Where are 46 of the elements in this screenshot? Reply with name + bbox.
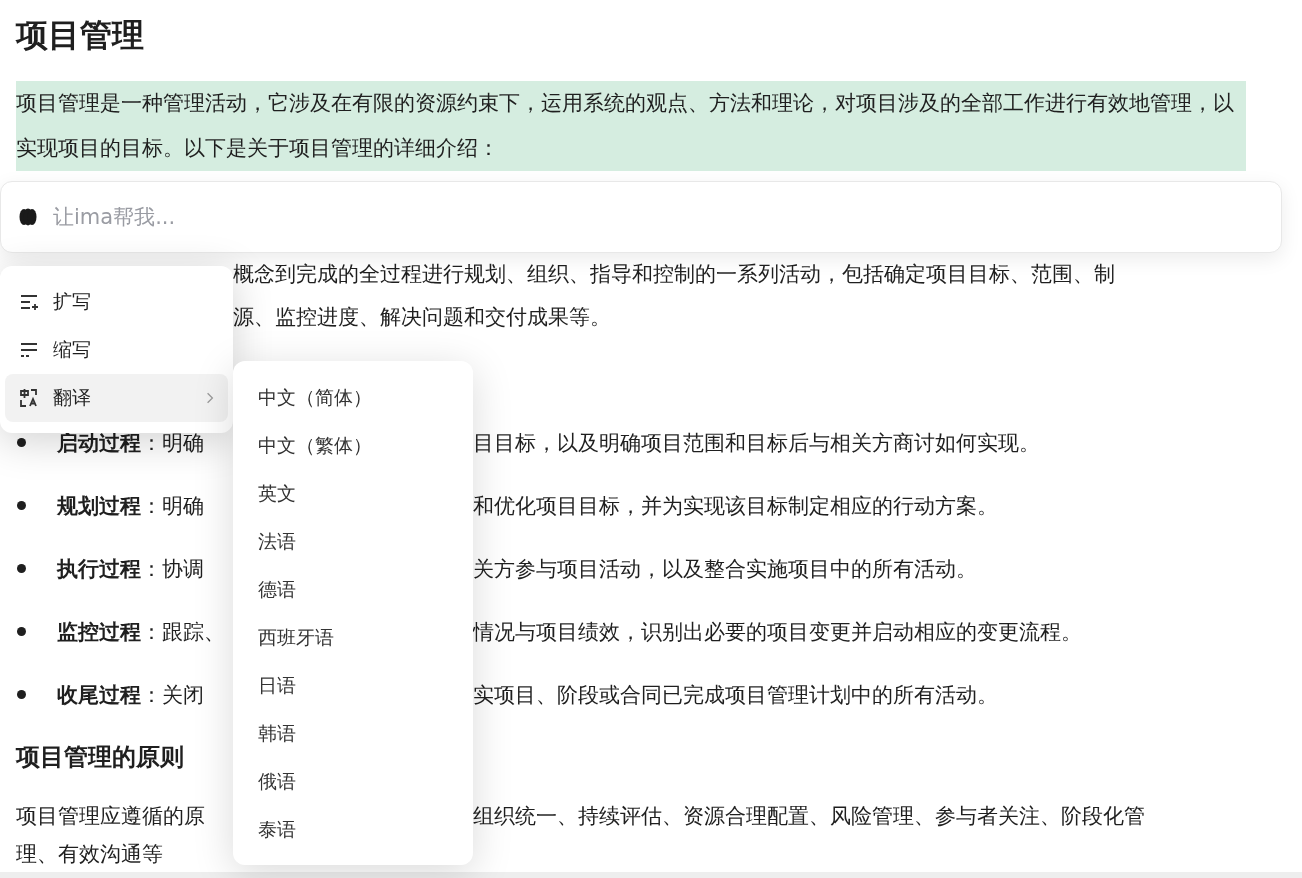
- menu-item[interactable]: 翻译: [5, 374, 228, 422]
- step-text: ：明确: [141, 492, 204, 520]
- paragraph-text: 源、监控进度、解决问题和交付成果等。: [233, 305, 611, 329]
- bullet-icon: [17, 690, 26, 699]
- bullet-icon: [17, 564, 26, 573]
- step-label: 监控过程: [57, 618, 141, 646]
- bullet-icon: [17, 438, 26, 447]
- paragraph-text: 项目管理应遵循的原: [16, 803, 206, 830]
- language-option[interactable]: 中文（繁体）: [233, 421, 473, 469]
- menu-item[interactable]: 缩写: [5, 326, 228, 374]
- language-option[interactable]: 日语: [233, 661, 473, 709]
- step-text: 关方参与项目活动，以及整合实施项目中的所有活动。: [473, 555, 977, 583]
- section-heading: 项目管理的原则: [16, 742, 185, 773]
- shorten-text-icon: [19, 340, 39, 360]
- language-option[interactable]: 韩语: [233, 709, 473, 757]
- language-option[interactable]: 英文: [233, 469, 473, 517]
- step-text: ：关闭: [141, 681, 204, 709]
- highlighted-paragraph: 项目管理是一种管理活动，它涉及在有限的资源约束下，运用系统的观点、方法和理论，对项目涉及的全部工作进行有效地管理，以实现项目的目标。以下是关于项目管理的详细介绍：: [16, 81, 1246, 171]
- paragraph-text: 组织统一、持续评估、资源合理配置、风险管理、参与者关注、阶段化管: [473, 803, 1145, 830]
- translate-icon: [19, 388, 39, 408]
- language-option[interactable]: 俄语: [233, 757, 473, 805]
- language-option[interactable]: 泰语: [233, 805, 473, 853]
- step-text: 和优化项目目标，并为实现该目标制定相应的行动方案。: [473, 492, 998, 520]
- step-text: 目目标，以及明确项目范围和目标后与相关方商讨如何实现。: [473, 429, 1040, 457]
- step-text: ：协调: [141, 555, 204, 583]
- language-option[interactable]: 德语: [233, 565, 473, 613]
- step-text: ：明确: [141, 429, 204, 457]
- step-text: 情况与项目绩效，识别出必要的项目变更并启动相应的变更流程。: [473, 618, 1082, 646]
- step-label: 执行过程: [57, 555, 141, 583]
- logo-icon: [18, 207, 38, 227]
- paragraph-text: 理、有效沟通等: [16, 841, 163, 868]
- step-text: ：跟踪、: [141, 618, 225, 646]
- bullet-icon: [17, 501, 26, 510]
- step-label: 启动过程: [57, 429, 141, 457]
- step-text: 实项目、阶段或合同已完成项目管理计划中的所有活动。: [473, 681, 998, 709]
- bullet-icon: [17, 627, 26, 636]
- language-option[interactable]: 中文（简体）: [233, 373, 473, 421]
- menu-item[interactable]: 扩写: [5, 278, 228, 326]
- expand-text-icon: [19, 292, 39, 312]
- prompt-input[interactable]: 让ima帮我...: [0, 181, 1282, 253]
- step-label: 规划过程: [57, 492, 141, 520]
- language-option[interactable]: 法语: [233, 517, 473, 565]
- step-label: 收尾过程: [57, 681, 141, 709]
- language-option[interactable]: 西班牙语: [233, 613, 473, 661]
- document-title: 项目管理: [16, 15, 145, 56]
- paragraph-text: 概念到完成的全过程进行规划、组织、指导和控制的一系列活动，包括确定项目目标、范围、制: [233, 262, 1115, 286]
